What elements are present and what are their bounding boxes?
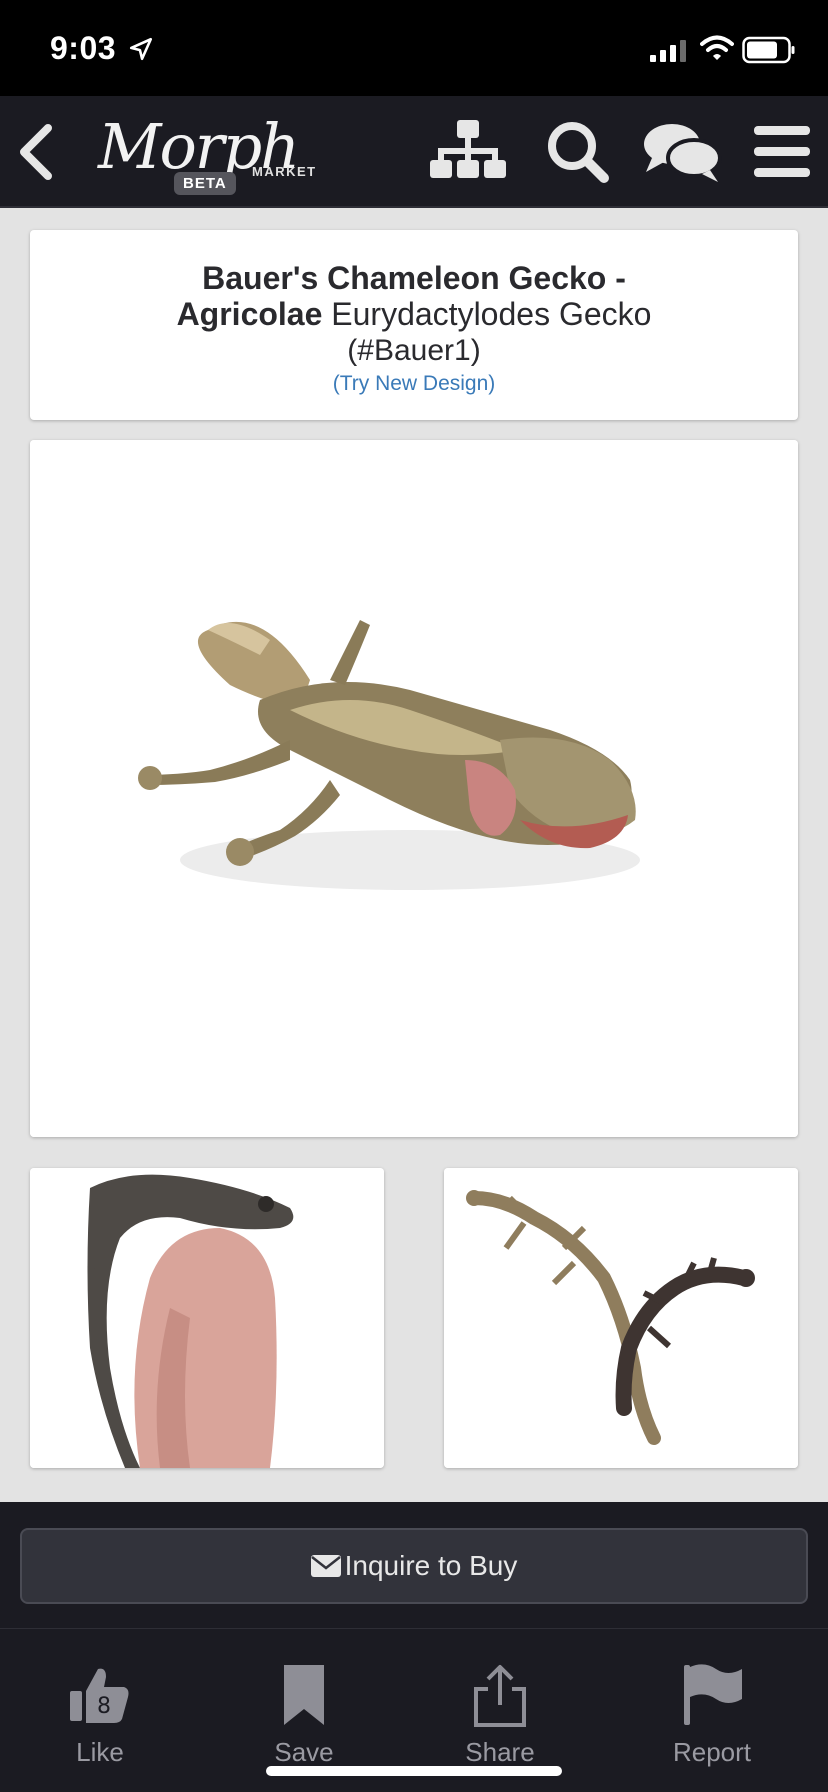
gecko-image — [30, 440, 798, 1137]
signal-icon — [650, 40, 686, 62]
report-label: Report — [672, 1737, 752, 1767]
status-bar: 9:03 — [0, 0, 828, 96]
sitemap-icon — [430, 120, 506, 178]
wifi-icon — [700, 35, 734, 60]
location-arrow-icon — [129, 37, 153, 61]
listing-title-card: Bauer's Chameleon Gecko - Agricolae Eury… — [30, 230, 798, 420]
logo-subtext: MARKET — [252, 164, 317, 179]
save-label: Save — [274, 1737, 334, 1767]
home-indicator[interactable] — [266, 1766, 562, 1776]
battery-icon — [742, 36, 795, 64]
listing-trait: Agricolae — [176, 296, 323, 332]
envelope-icon — [310, 1555, 341, 1577]
search-icon — [548, 122, 609, 183]
sitemap-button[interactable] — [426, 114, 510, 190]
two-geckos-image — [444, 1168, 798, 1468]
share-icon — [474, 1665, 526, 1727]
back-icon[interactable] — [10, 118, 64, 186]
messages-button[interactable] — [640, 114, 724, 190]
try-new-design-link[interactable]: (Try New Design) — [30, 372, 798, 396]
gecko-on-finger-image — [30, 1168, 384, 1468]
morph-market-logo[interactable]: Morph MARKET BETA — [98, 110, 318, 200]
chat-icon — [644, 124, 722, 182]
share-label: Share — [465, 1737, 535, 1767]
beta-badge: BETA — [174, 172, 236, 195]
like-count: 8 — [97, 1694, 111, 1719]
listing-species-line: Agricolae Eurydactylodes Gecko — [30, 296, 798, 333]
inquire-to-buy-button[interactable]: Inquire to Buy — [20, 1528, 808, 1604]
top-nav-bar: Morph MARKET BETA — [0, 96, 828, 208]
save-button[interactable]: Save — [224, 1663, 384, 1783]
inquire-bar: Inquire to Buy — [0, 1502, 828, 1628]
like-label: Like — [76, 1737, 124, 1767]
search-button[interactable] — [536, 114, 620, 190]
like-button[interactable]: 8 Like — [20, 1663, 180, 1783]
menu-button[interactable] — [740, 114, 824, 190]
status-time: 9:03 — [50, 30, 117, 66]
listing-title: Bauer's Chameleon Gecko - — [202, 260, 626, 296]
main-gecko-photo[interactable] — [30, 440, 798, 1137]
flag-icon — [684, 1664, 742, 1725]
listing-species: Eurydactylodes Gecko — [322, 296, 652, 332]
listing-id: (#Bauer1) — [347, 334, 481, 367]
inquire-label: Inquire to Buy — [344, 1550, 518, 1581]
bookmark-icon — [284, 1665, 324, 1725]
menu-icon — [754, 126, 810, 177]
report-button[interactable]: Report — [632, 1663, 792, 1783]
share-button[interactable]: Share — [420, 1663, 580, 1783]
thumbs-up-icon: 8 — [70, 1668, 129, 1723]
thumbnail-photo-2[interactable] — [444, 1168, 798, 1468]
thumbnail-photo-1[interactable] — [30, 1168, 384, 1468]
